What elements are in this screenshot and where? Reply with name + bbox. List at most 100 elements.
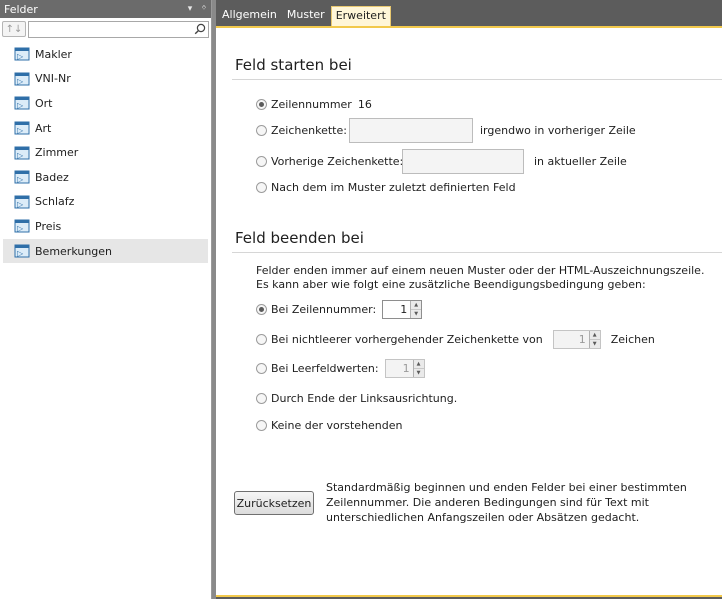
field-icon: ▷ <box>14 96 30 110</box>
svg-text:▷: ▷ <box>17 175 24 184</box>
field-item-art[interactable]: ▷ Art <box>0 116 211 141</box>
pin-icon[interactable]: ᛜ <box>197 4 211 14</box>
start-line-number-value: 16 <box>357 98 372 111</box>
svg-text:▷: ▷ <box>17 101 24 110</box>
advanced-panel: Feld starten bei Zeilennummer 16 Zeichen… <box>216 26 722 597</box>
none-option[interactable]: Keine der vorstehenden <box>256 419 403 432</box>
end-line-number-label: Bei Zeilennummer: <box>271 303 377 316</box>
after-field-label: Nach dem im Muster zuletzt definierten F… <box>271 181 516 194</box>
prev-string-suffix: in aktueller Zeile <box>534 155 627 168</box>
fields-list: ▷ Makler ▷ VNI-Nr ▷ Ort ▷ Art ▷ Zimmer ▷ Badez… <box>0 40 211 264</box>
sort-icon: ↑↓ <box>5 23 23 35</box>
start-string-option[interactable]: Zeichenkette: <box>256 124 347 137</box>
after-field-option[interactable]: Nach dem im Muster zuletzt definierten F… <box>256 181 516 194</box>
svg-text:▷: ▷ <box>17 52 24 61</box>
empty-values-radio[interactable] <box>256 363 267 374</box>
tab-muster[interactable]: Muster <box>283 6 329 26</box>
field-item-makler[interactable]: ▷ Makler <box>0 42 211 67</box>
empty-values-option[interactable]: Bei Leerfeldwerten: 1 ▲ ▼ <box>256 359 425 378</box>
field-icon: ▷ <box>14 195 30 209</box>
reset-desc-line-2: Zeilennummer. Die anderen Bedingungen si… <box>326 496 649 509</box>
empty-values-stepper[interactable]: 1 ▲ ▼ <box>384 359 425 378</box>
stepper-value[interactable]: 1 <box>383 301 410 318</box>
end-line-number-option[interactable]: Bei Zeilennummer: 1 ▲ ▼ <box>256 300 423 319</box>
fields-panel: Felder ▾ ᛜ ↑↓ ▷ Makler ▷ VNI-Nr ▷ Ort ▷ Art … <box>0 0 212 599</box>
field-label: Preis <box>35 219 62 233</box>
prev-string-option[interactable]: Vorherige Zeichenkette: <box>256 155 403 168</box>
after-field-radio[interactable] <box>256 182 267 193</box>
svg-text:▷: ▷ <box>17 151 24 160</box>
reset-desc-line-1: Standardmäßig beginnen und enden Felder … <box>326 481 687 494</box>
fields-panel-title: Felder <box>4 2 38 16</box>
stepper-value[interactable]: 1 <box>386 360 413 377</box>
svg-text:▷: ▷ <box>17 200 24 209</box>
none-label: Keine der vorstehenden <box>271 419 403 432</box>
start-string-field[interactable] <box>349 118 473 143</box>
field-icon: ▷ <box>14 146 30 160</box>
end-line-number-radio[interactable] <box>256 304 267 315</box>
field-item-schlafz[interactable]: ▷ Schlafz <box>0 190 211 215</box>
search-icon[interactable] <box>194 23 206 35</box>
stepper-up-icon[interactable]: ▲ <box>411 301 422 309</box>
svg-text:▷: ▷ <box>17 126 24 135</box>
end-section-title: Feld beenden bei <box>235 229 364 247</box>
section-divider <box>232 252 722 253</box>
start-line-number-option[interactable]: Zeilennummer 16 <box>256 98 372 111</box>
field-icon: ▷ <box>14 47 30 61</box>
tab-allgemein[interactable]: Allgemein <box>218 6 281 26</box>
nonempty-label: Bei nichtleerer vorhergehender Zeichenke… <box>271 333 543 346</box>
prev-string-radio[interactable] <box>256 156 267 167</box>
prev-string-field[interactable] <box>402 149 524 174</box>
field-icon: ▷ <box>14 244 30 258</box>
field-item-badez[interactable]: ▷ Badez <box>0 165 211 190</box>
field-item-preis[interactable]: ▷ Preis <box>0 214 211 239</box>
reset-button[interactable]: Zurücksetzen <box>234 491 314 515</box>
section-divider <box>232 79 722 80</box>
sort-button[interactable]: ↑↓ <box>2 21 26 37</box>
left-align-label: Durch Ende der Linksausrichtung. <box>271 392 458 405</box>
start-string-suffix: irgendwo in vorheriger Zeile <box>480 124 636 137</box>
start-line-number-radio[interactable] <box>256 99 267 110</box>
field-label: VNI-Nr <box>35 72 71 86</box>
svg-text:▷: ▷ <box>17 224 24 233</box>
field-item-ort[interactable]: ▷ Ort <box>0 91 211 116</box>
start-string-label: Zeichenkette: <box>271 124 347 137</box>
field-item-bemerkungen[interactable]: ▷ Bemerkungen <box>3 238 208 264</box>
stepper-down-icon[interactable]: ▼ <box>413 368 424 377</box>
field-item-vni-nr[interactable]: ▷ VNI-Nr <box>0 67 211 92</box>
stepper-down-icon[interactable]: ▼ <box>411 309 422 318</box>
start-section-title: Feld starten bei <box>235 56 352 74</box>
field-icon: ▷ <box>14 72 30 86</box>
stepper-up-icon[interactable]: ▲ <box>413 360 424 368</box>
field-label: Makler <box>35 47 72 61</box>
start-line-number-label: Zeilennummer <box>271 98 352 111</box>
svg-text:▷: ▷ <box>17 77 24 86</box>
search-box[interactable] <box>28 20 209 38</box>
nonempty-stepper[interactable]: 1 ▲ ▼ <box>552 330 601 349</box>
field-item-zimmer[interactable]: ▷ Zimmer <box>0 140 211 165</box>
reset-desc-line-3: unterschiedlichen Anfangszeilen oder Abs… <box>326 511 640 524</box>
nonempty-suffix: Zeichen <box>610 333 655 346</box>
nonempty-radio[interactable] <box>256 334 267 345</box>
svg-text:▷: ▷ <box>17 249 24 258</box>
field-label: Bemerkungen <box>35 244 113 258</box>
properties-area: Allgemein Muster Erweitert Feld starten … <box>216 0 722 599</box>
field-label: Schlafz <box>35 195 75 209</box>
search-input[interactable] <box>29 21 208 37</box>
left-align-radio[interactable] <box>256 393 267 404</box>
panel-menu-icon[interactable]: ▾ <box>183 4 197 14</box>
end-line-number-stepper[interactable]: 1 ▲ ▼ <box>382 300 423 319</box>
stepper-down-icon[interactable]: ▼ <box>589 339 600 348</box>
field-label: Zimmer <box>35 146 79 160</box>
start-string-radio[interactable] <box>256 125 267 136</box>
tab-erweitert[interactable]: Erweitert <box>330 6 391 26</box>
stepper-up-icon[interactable]: ▲ <box>589 331 600 339</box>
field-icon: ▷ <box>14 121 30 135</box>
field-label: Badez <box>35 170 69 184</box>
left-align-option[interactable]: Durch Ende der Linksausrichtung. <box>256 392 457 405</box>
tab-bar: Allgemein Muster Erweitert <box>216 0 722 26</box>
nonempty-option[interactable]: Bei nichtleerer vorhergehender Zeichenke… <box>256 330 655 349</box>
stepper-value[interactable]: 1 <box>554 331 589 348</box>
field-label: Art <box>35 121 52 135</box>
none-radio[interactable] <box>256 420 267 431</box>
